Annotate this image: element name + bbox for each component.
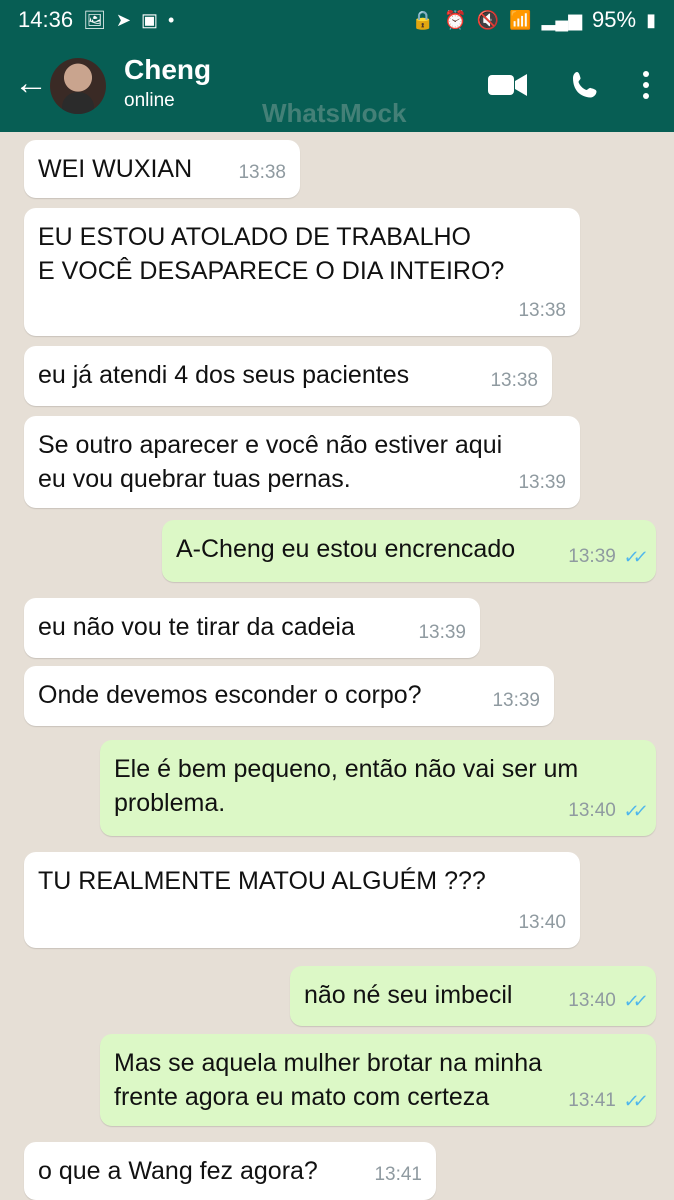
wifi-icon: 📶 <box>509 9 532 30</box>
more-options-icon[interactable] <box>642 70 650 100</box>
incoming-message[interactable]: eu já atendi 4 dos seus pacientes 13:38 <box>24 346 552 406</box>
message-text: eu já atendi 4 dos seus pacientes <box>38 361 410 389</box>
message-time: 13:39 <box>518 472 566 493</box>
message-text: Mas se aquela mulher brotar na minha fre… <box>114 1049 543 1111</box>
alarm-icon: ⏰ <box>444 9 467 30</box>
battery-level: 95% <box>592 7 637 32</box>
watermark: WhatsMock <box>262 98 407 128</box>
telegram-icon: ➤ <box>115 9 132 30</box>
message-meta: 13:39 ✓✓ <box>568 540 644 574</box>
message-time: 13:40 <box>568 990 616 1011</box>
message-meta: 13:40 ✓✓ <box>568 794 644 828</box>
read-receipt-icon: ✓✓ <box>622 1091 644 1111</box>
message-time: 13:40 <box>568 800 616 821</box>
incoming-message[interactable]: EU ESTOU ATOLADO DE TRABALHO E VOCÊ DESA… <box>24 208 580 336</box>
lock-icon: 🔒 <box>411 9 435 30</box>
message-meta: 13:40 ✓✓ <box>568 984 644 1018</box>
message-text: TU REALMENTE MATOU ALGUÉM ??? <box>38 867 486 895</box>
incoming-message[interactable]: Onde devemos esconder o corpo? 13:39 <box>24 666 554 726</box>
read-receipt-icon: ✓✓ <box>622 547 644 567</box>
incoming-message[interactable]: TU REALMENTE MATOU ALGUÉM ??? 13:40 <box>24 852 580 948</box>
message-time: 13:41 <box>568 1090 616 1111</box>
back-arrow-icon[interactable]: ← <box>14 66 48 100</box>
incoming-message[interactable]: WEI WUXIAN 13:38 <box>24 140 300 198</box>
message-text: o que a Wang fez agora? <box>38 1157 318 1185</box>
read-receipt-icon: ✓✓ <box>622 801 644 821</box>
clock: 14:36 <box>18 7 74 32</box>
message-time: 13:39 <box>492 690 540 711</box>
message-text: eu não vou te tirar da cadeia <box>38 613 355 641</box>
message-time: 13:38 <box>238 162 286 183</box>
battery-icon: ▮ <box>646 9 656 30</box>
message-text: EU ESTOU ATOLADO DE TRABALHO E VOCÊ DESA… <box>38 223 505 285</box>
message-time: 13:40 <box>518 912 566 933</box>
phone-call-icon[interactable] <box>570 70 600 100</box>
chat-area: WEI WUXIAN 13:38 EU ESTOU ATOLADO DE TRA… <box>0 132 674 1200</box>
message-time: 13:39 <box>418 622 466 643</box>
message-time: 13:38 <box>518 300 566 321</box>
notification-icon: ▣ <box>141 9 159 30</box>
video-call-icon[interactable] <box>488 71 528 99</box>
message-text: Onde devemos esconder o corpo? <box>38 681 422 709</box>
incoming-message[interactable]: Se outro aparecer e você não estiver aqu… <box>24 416 580 508</box>
message-time: 13:38 <box>490 370 538 391</box>
contact-name: Cheng <box>124 54 212 85</box>
outgoing-message[interactable]: A-Cheng eu estou encrencado 13:39 ✓✓ <box>162 520 656 582</box>
message-time: 13:39 <box>568 546 616 567</box>
message-time: 13:41 <box>374 1164 422 1185</box>
status-bar: 14:36 🖼 ➤ ▣ • 🔒 ⏰ 🔇 📶 ▂▄▆ 95% ▮ <box>0 0 674 40</box>
mute-icon: 🔇 <box>476 9 500 30</box>
incoming-message[interactable]: eu não vou te tirar da cadeia 13:39 <box>24 598 480 658</box>
contact-info[interactable]: Cheng online <box>124 54 211 112</box>
read-receipt-icon: ✓✓ <box>622 991 644 1011</box>
incoming-message[interactable]: o que a Wang fez agora? 13:41 <box>24 1142 436 1200</box>
outgoing-message[interactable]: Ele é bem pequeno, então não vai ser um … <box>100 740 656 836</box>
outgoing-message[interactable]: Mas se aquela mulher brotar na minha fre… <box>100 1034 656 1126</box>
message-text: Se outro aparecer e você não estiver aqu… <box>38 431 503 493</box>
message-text: Ele é bem pequeno, então não vai ser um … <box>114 755 579 817</box>
image-icon: 🖼 <box>83 9 106 30</box>
message-meta: 13:41 ✓✓ <box>568 1084 644 1118</box>
contact-status: online <box>124 90 175 111</box>
dot-icon: • <box>168 9 175 30</box>
outgoing-message[interactable]: não né seu imbecil 13:40 ✓✓ <box>290 966 656 1026</box>
signal-icon: ▂▄▆ <box>541 9 583 30</box>
avatar[interactable] <box>50 58 106 114</box>
